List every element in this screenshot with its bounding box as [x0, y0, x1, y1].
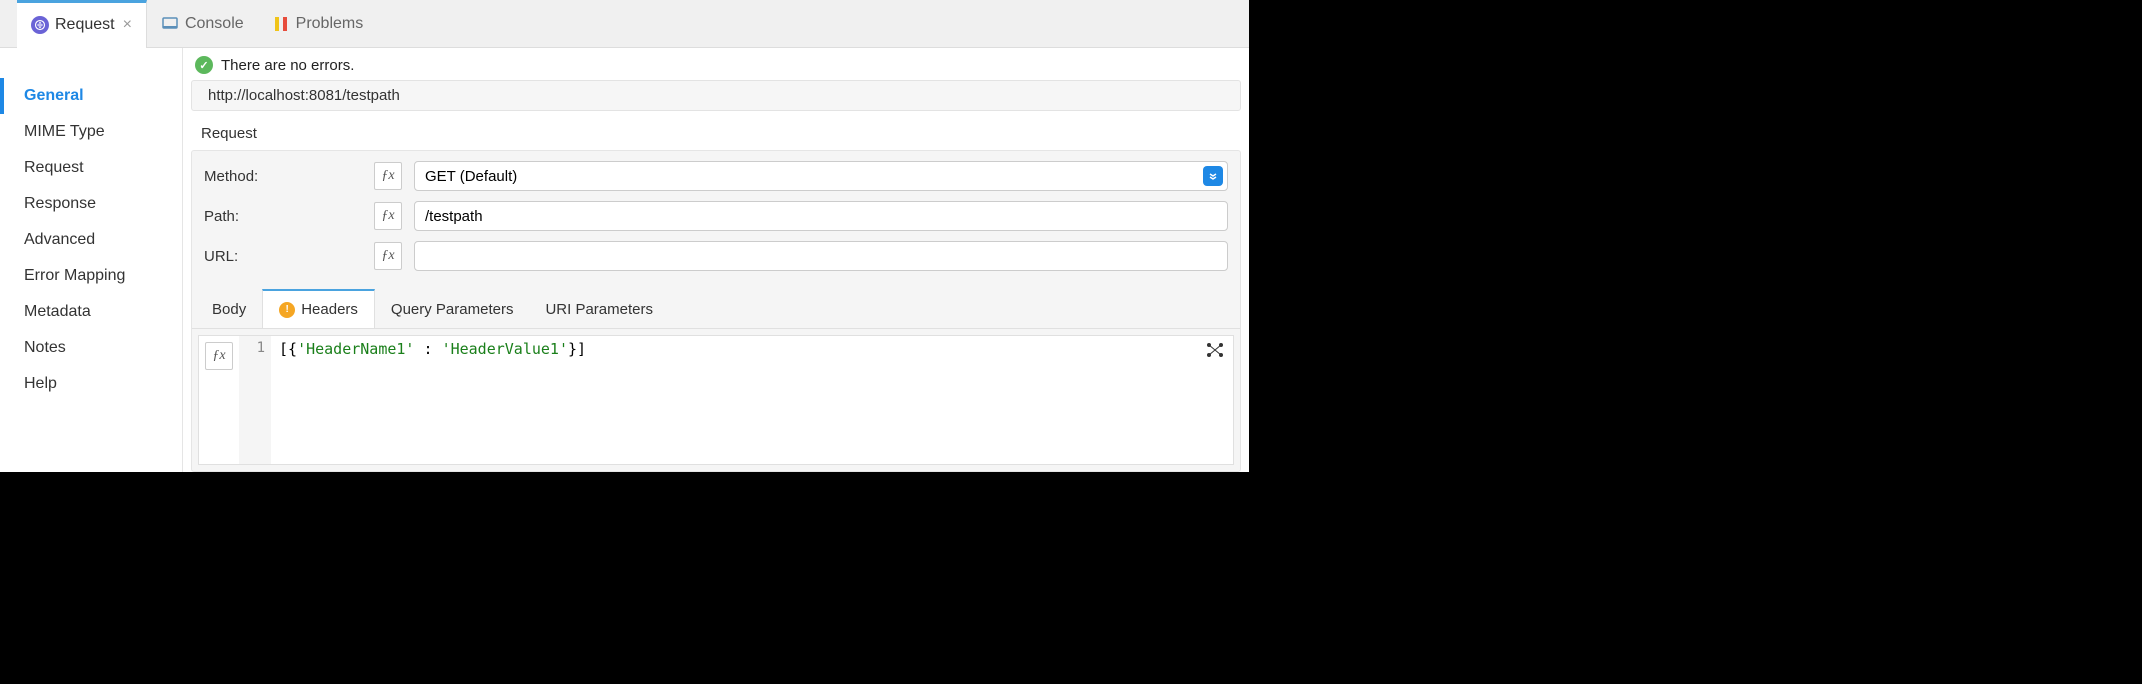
tab-body-label: Body: [212, 301, 246, 318]
sidebar-item-label: General: [24, 87, 84, 104]
console-icon: [161, 15, 179, 33]
check-icon: ✓: [195, 56, 213, 74]
sidebar-item-response[interactable]: Response: [0, 186, 182, 222]
tab-uri-label: URI Parameters: [545, 301, 653, 318]
sidebar-item-metadata[interactable]: Metadata: [0, 294, 182, 330]
sidebar-item-error-mapping[interactable]: Error Mapping: [0, 258, 182, 294]
tab-headers[interactable]: ! Headers: [262, 289, 375, 328]
method-row: Method: ƒx GET (Default): [204, 161, 1228, 191]
body-split: General MIME Type Request Response Advan…: [0, 48, 1249, 472]
main-panel: ✓ There are no errors. http://localhost:…: [183, 48, 1249, 472]
url-label: URL:: [204, 248, 374, 265]
sidebar-item-label: Error Mapping: [24, 267, 125, 284]
sidebar-item-request[interactable]: Request: [0, 150, 182, 186]
url-input[interactable]: [414, 241, 1228, 271]
sidebar-item-label: Metadata: [24, 303, 91, 320]
sidebar-item-general[interactable]: General: [0, 78, 182, 114]
top-tab-strip: Request × Console Problems: [0, 0, 1249, 48]
url-bar-text: http://localhost:8081/testpath: [208, 87, 400, 104]
sidebar-item-help[interactable]: Help: [0, 366, 182, 402]
tab-problems-label: Problems: [296, 15, 364, 33]
path-row: Path: ƒx /testpath: [204, 201, 1228, 231]
tab-uri-parameters[interactable]: URI Parameters: [529, 289, 669, 328]
warning-icon: !: [279, 302, 295, 318]
tab-query-label: Query Parameters: [391, 301, 514, 318]
method-label: Method:: [204, 168, 374, 185]
tab-headers-label: Headers: [301, 301, 358, 318]
path-label: Path:: [204, 208, 374, 225]
fx-button[interactable]: ƒx: [205, 342, 233, 370]
tab-request[interactable]: Request ×: [17, 0, 147, 47]
line-number: 1: [257, 340, 265, 356]
inner-tab-strip: Body ! Headers Query Parameters URI Para…: [192, 289, 1240, 329]
status-row: ✓ There are no errors.: [183, 48, 1249, 80]
app-window: Request × Console Problems General MIME …: [0, 0, 1249, 472]
graph-icon[interactable]: [1205, 340, 1225, 364]
request-form-panel: Method: ƒx GET (Default) Path: ƒx: [191, 150, 1241, 472]
code-sep: :: [414, 340, 441, 358]
fx-button[interactable]: ƒx: [374, 242, 402, 270]
code-body[interactable]: [{'HeaderName1' : 'HeaderValue1'}]: [271, 336, 1233, 464]
method-value: GET (Default): [425, 168, 517, 185]
tab-request-label: Request: [55, 16, 115, 34]
path-value: /testpath: [425, 208, 483, 225]
code-val: 'HeaderValue1': [442, 340, 568, 358]
sidebar-item-label: Response: [24, 195, 96, 212]
tab-query-parameters[interactable]: Query Parameters: [375, 289, 530, 328]
close-icon[interactable]: ×: [123, 16, 132, 34]
sidebar-item-label: MIME Type: [24, 123, 105, 140]
path-input[interactable]: /testpath: [414, 201, 1228, 231]
sidebar-item-notes[interactable]: Notes: [0, 330, 182, 366]
sidebar-item-label: Notes: [24, 339, 66, 356]
code-editor[interactable]: ƒx 1 [{'HeaderName1' : 'HeaderValue1'}]: [198, 335, 1234, 465]
chevron-down-icon: [1203, 166, 1223, 186]
sidebar: General MIME Type Request Response Advan…: [0, 48, 183, 472]
code-prefix: [{: [279, 340, 297, 358]
fx-button[interactable]: ƒx: [374, 202, 402, 230]
request-icon: [31, 16, 49, 34]
tab-problems[interactable]: Problems: [258, 0, 378, 47]
sidebar-item-mime-type[interactable]: MIME Type: [0, 114, 182, 150]
tab-console[interactable]: Console: [147, 0, 258, 47]
section-label: Request: [183, 119, 1249, 150]
sidebar-item-label: Advanced: [24, 231, 95, 248]
url-row: URL: ƒx: [204, 241, 1228, 271]
code-suffix: }]: [568, 340, 586, 358]
sidebar-item-label: Help: [24, 375, 57, 392]
form-rows: Method: ƒx GET (Default) Path: ƒx: [192, 151, 1240, 289]
gutter: 1: [239, 336, 271, 464]
code-fx-col: ƒx: [199, 336, 239, 464]
code-key: 'HeaderName1': [297, 340, 414, 358]
status-text: There are no errors.: [221, 57, 354, 74]
tab-body[interactable]: Body: [196, 289, 262, 328]
problems-icon: [272, 15, 290, 33]
sidebar-item-label: Request: [24, 159, 84, 176]
tab-console-label: Console: [185, 15, 244, 33]
fx-button[interactable]: ƒx: [374, 162, 402, 190]
url-bar: http://localhost:8081/testpath: [191, 80, 1241, 111]
method-select[interactable]: GET (Default): [414, 161, 1228, 191]
sidebar-item-advanced[interactable]: Advanced: [0, 222, 182, 258]
